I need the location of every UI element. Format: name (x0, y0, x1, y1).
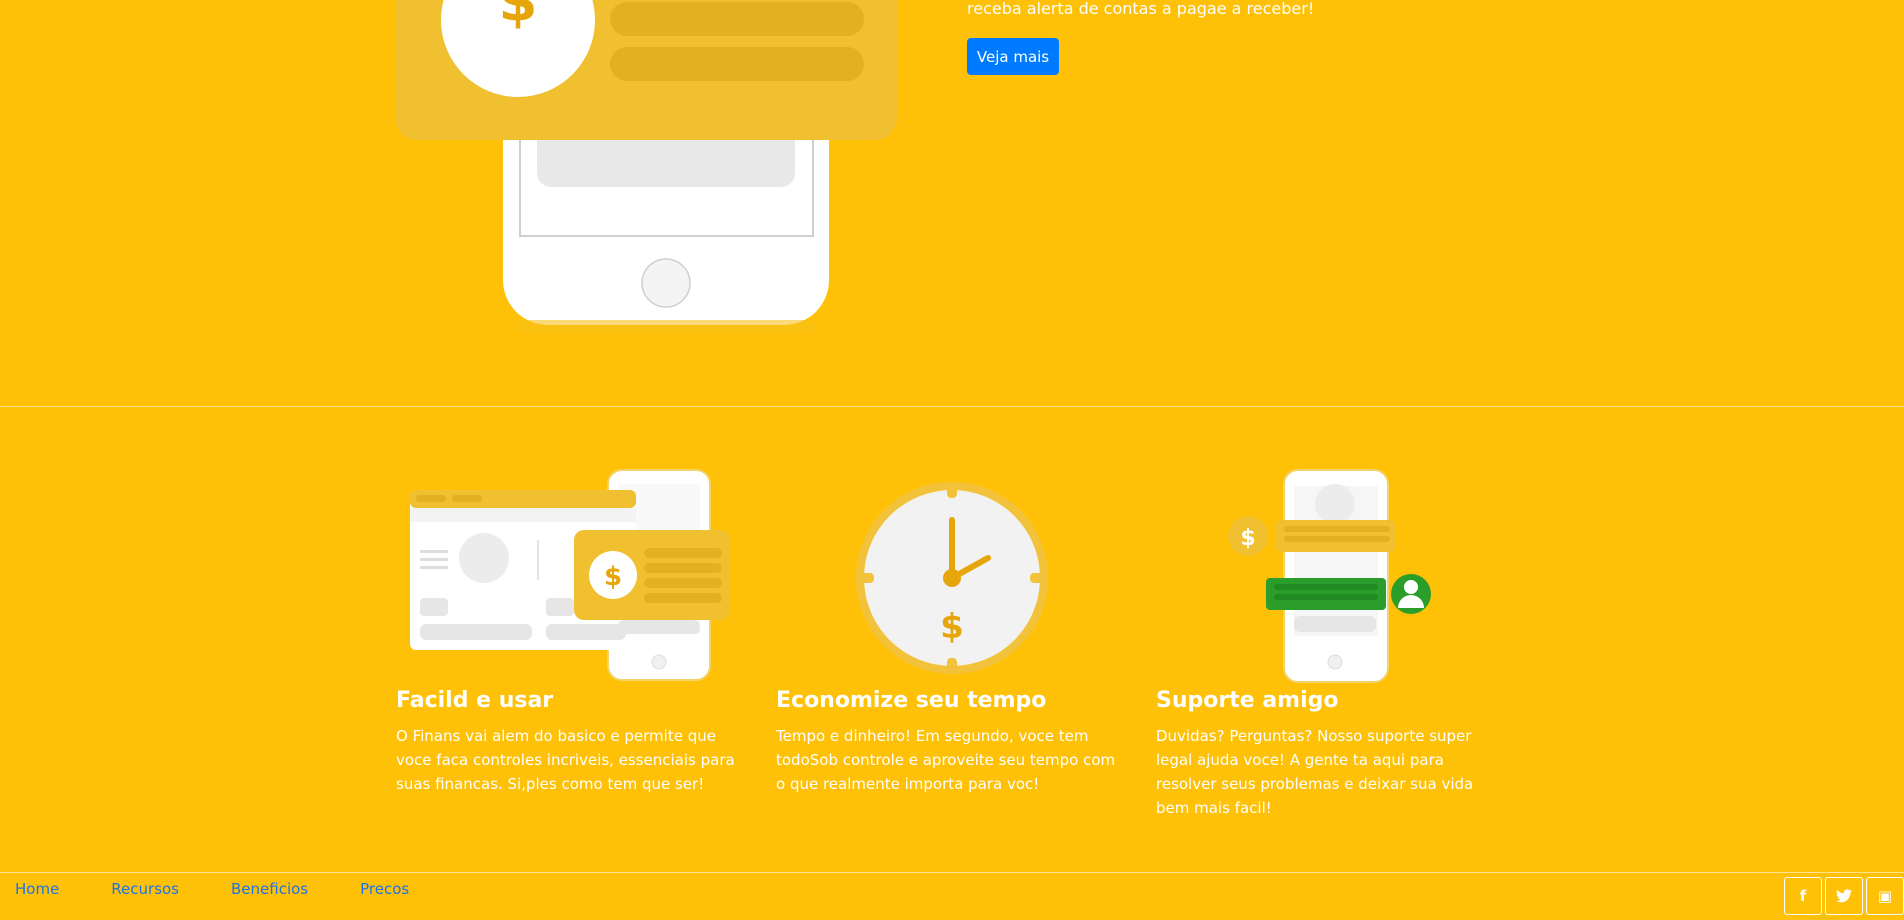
chat-support-icon: $ (1228, 469, 1431, 683)
svg-text:$: $ (604, 562, 622, 592)
feature-title: Facild e usar (396, 688, 554, 713)
facebook-icon[interactable]: f (1784, 877, 1822, 915)
social-links: f ▣ (1781, 877, 1904, 915)
footer-divider (0, 872, 1904, 873)
feature-title: Economize seu tempo (776, 688, 1047, 713)
feature-description: O Finans vai alem do basico e permite qu… (396, 727, 735, 793)
feature-description: Tempo e dinheiro! Em segundo, voce tem t… (776, 727, 1116, 793)
feature-description: Duvidas? Perguntas? Nosso suporte super … (1156, 727, 1474, 817)
dashboard-phone-icon: $ (410, 469, 730, 681)
dollar-icon: $ (499, 0, 538, 34)
footer-link-precos[interactable]: Precos (345, 878, 424, 900)
section-divider (0, 406, 1904, 407)
svg-text:$: $ (940, 607, 964, 647)
hero-alert-text: receba alerta de contas a pagae a recebe… (967, 0, 1315, 18)
footer-nav: Home Recursos Beneficios Precos (0, 878, 446, 900)
feature-title: Suporte amigo (1156, 688, 1339, 713)
footer-link-recursos[interactable]: Recursos (96, 878, 194, 900)
instagram-icon[interactable]: ▣ (1866, 877, 1904, 915)
page: $ receba alerta de contas a pagae a rece… (0, 0, 1904, 920)
hero-phone-illustration: $ (395, 0, 897, 332)
footer-link-beneficios[interactable]: Beneficios (216, 878, 323, 900)
twitter-bird-icon (1836, 889, 1852, 903)
veja-mais-button[interactable]: Veja mais (967, 38, 1059, 75)
clock-icon: $ (856, 482, 1048, 674)
svg-text:$: $ (1240, 526, 1255, 551)
twitter-icon[interactable] (1825, 877, 1863, 915)
footer-link-home[interactable]: Home (0, 878, 74, 900)
